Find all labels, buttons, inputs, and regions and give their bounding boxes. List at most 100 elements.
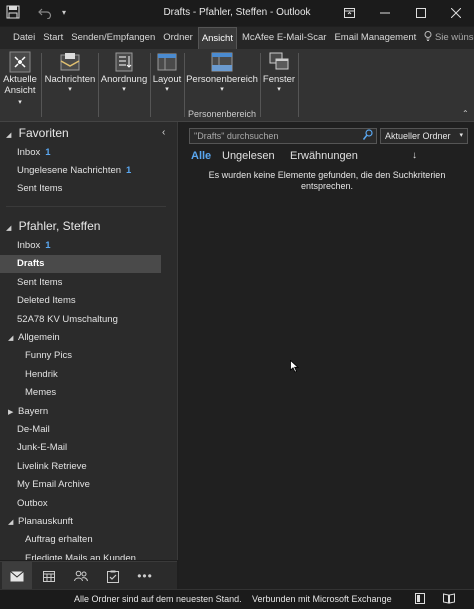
tab-start[interactable]: Start <box>40 27 66 49</box>
mail-icon[interactable] <box>2 562 32 590</box>
tab-datei[interactable]: Datei <box>1 27 38 49</box>
folder-label: Livelink Retrieve <box>17 460 87 472</box>
title-bar: ▾ Drafts - Pfahler, Steffen - Outlook <box>0 0 474 26</box>
folder-item[interactable]: Deleted Items <box>0 292 161 310</box>
folder-item[interactable]: ▶ Bayern <box>0 403 161 421</box>
normal-view-icon[interactable] <box>415 593 425 606</box>
folder-item[interactable]: Memes <box>0 384 161 402</box>
unread-count: 1 <box>45 147 51 158</box>
filter-all[interactable]: Alle <box>191 150 211 162</box>
folder-item[interactable]: My Email Archive <box>0 476 161 494</box>
folder-item[interactable]: Erledigte Mails an Kunden <box>0 550 161 560</box>
collapse-ribbon-icon[interactable]: ⌃ <box>462 109 469 118</box>
folder-item[interactable]: ◢ Allgemein <box>0 329 161 347</box>
tab-mcafee[interactable]: McAfee E-Mail-Scar <box>239 27 329 49</box>
folder-item[interactable]: Auftrag erhalten <box>0 531 161 549</box>
folder-label: Planauskunft <box>18 516 73 527</box>
tell-me-search[interactable]: Sie wünsc <box>421 27 474 49</box>
account-header[interactable]: ◢ Pfahler, Steffen <box>0 217 174 235</box>
status-bar: Alle Ordner sind auf dem neuesten Stand.… <box>0 589 474 609</box>
chevron-down-icon: ◢ <box>6 132 12 139</box>
fav-item-sent[interactable]: Sent Items <box>0 180 177 198</box>
folder-label: Junk-E-Mail <box>17 442 68 454</box>
folder-label: My Email Archive <box>17 479 90 491</box>
chevron-down-icon: ▾ <box>18 99 22 106</box>
filter-unread[interactable]: Ungelesen <box>222 150 275 162</box>
ribbon-separator <box>184 53 185 117</box>
tab-ansicht[interactable]: Ansicht <box>197 27 237 49</box>
folder-item[interactable]: Junk-E-Mail <box>0 439 161 457</box>
account-label: Pfahler, Steffen <box>18 219 101 233</box>
ribbon-separator <box>98 53 99 117</box>
status-connection: Verbunden mit Microsoft Exchange <box>252 594 392 604</box>
chevron-down-icon: ▾ <box>68 86 72 93</box>
folder-item[interactable]: Inbox 1 <box>0 237 161 255</box>
folder-item[interactable]: Outbox <box>0 495 161 513</box>
close-icon[interactable] <box>438 0 474 26</box>
window-button[interactable]: Fenster ▾ <box>262 51 296 93</box>
calendar-icon[interactable] <box>34 562 64 590</box>
folder-label: Hendrik <box>25 368 58 380</box>
chevron-down-icon: ▾ <box>220 86 224 93</box>
layout-icon <box>155 51 179 73</box>
search-placeholder: "Drafts" durchsuchen <box>194 131 279 141</box>
current-view-label-1: Aktuelle <box>3 74 37 85</box>
chevron-down-icon: ▾ <box>459 132 463 139</box>
folder-label: Funny Pics <box>25 350 72 362</box>
search-input[interactable]: "Drafts" durchsuchen <box>189 128 377 144</box>
folder-item[interactable]: De-Mail <box>0 421 161 439</box>
people-pane-button[interactable]: Personenbereich ▾ <box>186 51 258 93</box>
filter-mentions[interactable]: Erwähnungen <box>290 150 358 162</box>
chevron-down-icon[interactable]: ◢ <box>8 330 18 348</box>
tab-ordner[interactable]: Ordner <box>160 27 196 49</box>
search-icon[interactable] <box>362 129 373 145</box>
search-scope-dropdown[interactable]: Aktueller Ordner ▾ <box>380 128 468 144</box>
chevron-right-icon[interactable]: ▶ <box>8 404 18 422</box>
reading-view-icon[interactable] <box>443 593 455 606</box>
folder-pane-border <box>177 122 178 560</box>
folder-label: Deleted Items <box>17 295 76 307</box>
current-view-button[interactable]: Aktuelle Ansicht ▾ <box>2 51 38 107</box>
folder-item[interactable]: Hendrik <box>0 366 161 384</box>
favorites-header[interactable]: ◢ Favoriten ‹ <box>0 124 174 142</box>
folder-label: Inbox <box>17 240 41 251</box>
folder-item[interactable]: Funny Pics <box>0 347 161 365</box>
fav-item-label: Ungelesene Nachrichten <box>17 165 122 176</box>
status-sync: Alle Ordner sind auf dem neuesten Stand. <box>74 594 242 604</box>
folder-label: Auftrag erhalten <box>25 534 93 546</box>
ribbon-tabs: Datei Start Senden/Empfangen Ordner Ansi… <box>0 27 474 49</box>
folder-item[interactable]: Sent Items <box>0 274 161 292</box>
arrangement-button[interactable]: Anordnung ▾ <box>100 51 148 93</box>
tab-senden-empfangen[interactable]: Senden/Empfangen <box>68 27 158 49</box>
ribbon-separator <box>298 53 299 117</box>
folder-item[interactable]: Livelink Retrieve <box>0 458 161 476</box>
people-icon[interactable] <box>66 562 96 590</box>
unread-count: 1 <box>45 240 51 251</box>
tell-me-label: Sie wünsc <box>434 32 474 43</box>
folder-label: Sent Items <box>17 276 63 288</box>
ribbon-display-options-icon[interactable] <box>331 0 367 26</box>
folder-item[interactable]: 52A78 KV Umschaltung <box>0 311 161 329</box>
sort-arrow-icon[interactable]: ↓ <box>412 150 417 161</box>
fav-item-inbox[interactable]: Inbox 1 <box>0 144 177 162</box>
empty-message: Es wurden keine Elemente gefunden, die d… <box>197 170 457 192</box>
current-view-icon <box>8 51 32 73</box>
tab-email-management[interactable]: Email Management <box>331 27 419 49</box>
people-pane-icon <box>210 51 234 73</box>
folder-item[interactable]: Drafts <box>0 255 161 274</box>
messages-button[interactable]: Nachrichten ▾ <box>44 51 96 93</box>
collapse-pane-icon[interactable]: ‹ <box>162 124 165 142</box>
arrangement-label: Anordnung <box>100 74 148 85</box>
folder-item[interactable]: ◢ Planauskunft <box>0 513 161 531</box>
minimize-icon[interactable] <box>367 0 403 26</box>
fav-item-unread[interactable]: Ungelesene Nachrichten 1 <box>0 162 177 180</box>
maximize-icon[interactable] <box>403 0 439 26</box>
tasks-icon[interactable] <box>98 562 128 590</box>
chevron-down-icon[interactable]: ◢ <box>8 514 18 532</box>
people-pane-group-label: Personenbereich <box>187 109 257 119</box>
folder-label: Allgemein <box>18 332 60 343</box>
layout-button[interactable]: Layout ▾ <box>152 51 182 93</box>
chevron-down-icon: ▾ <box>122 86 126 93</box>
more-options-icon[interactable]: ••• <box>130 562 160 590</box>
folder-label: Outbox <box>17 497 48 509</box>
